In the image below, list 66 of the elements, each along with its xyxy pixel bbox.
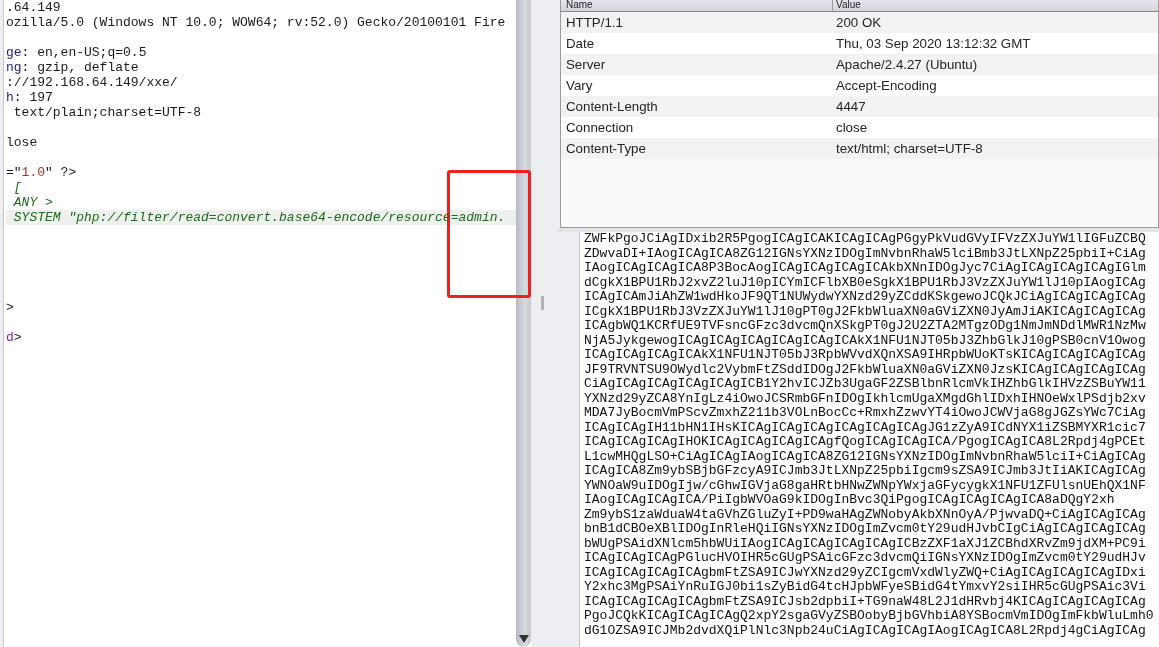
table-cell-text: Content-Length: [565, 97, 659, 116]
code-text: ICgkX1BPU1RbJ3VzZXJuYW1lJ10gPT0gJ2FkbWluaXN0aGViZXN0JyAmJiAKICAgICAgICAg: [584, 303, 1146, 319]
table-cell-text: text/html; charset=UTF-8: [835, 139, 983, 158]
code-text: ICAgICAgICAgPGlucHVOIHR5cGUgPSAicGFzc3dvcmQiIGNsYXNzIDOgImZvcm0tY29udHJv: [584, 550, 1146, 565]
table-cell-text: Apache/2.4.27 (Ubuntu): [835, 55, 978, 74]
table-cell-text: Thu, 03 Sep 2020 13:12:32 GMT: [835, 34, 1031, 53]
table-cell-text: close: [835, 118, 868, 137]
code-text: CiAgICAgICAgICAgICAgICB1Y2hvICJZb3UgaGF2ZSBlbnRlcmVkIHZhbGlkIHVzZSBuYW11: [584, 376, 1146, 391]
code-text: bWUgPSAidXNlcm5hbWUiIAogICAgICAgICAgICAgICBzZXF1aXJ1ZCBhdXRvZm9jdXM+PC9i: [584, 535, 1146, 551]
code-text: ZDwvaDI+IAogICAgICA8ZG12IGNsYXNzIDOgImNvbnRhaW5lciBmb3JtLXNpZ25pbiI+CiAg: [584, 245, 1146, 261]
code-text: =": [6, 165, 22, 180]
splitter-handle[interactable]: [541, 296, 544, 310]
code-text: d: [6, 330, 14, 345]
code-text: ICAgICAgICAgICAgbmFtZSA9ICJsb2dpbiI+TG9naW48L2J1dHRvbj4KICAgICAgICAgICAg: [584, 593, 1146, 609]
code-text: lose: [6, 135, 38, 150]
code-text: ge: [6, 45, 22, 60]
code-text: .64.149: [6, 0, 61, 15]
code-text: text/plain;charset=UTF-8: [12, 105, 202, 120]
column-header[interactable]: Value: [833, 0, 861, 11]
table-cell-text: 200 OK: [835, 13, 882, 32]
code-text: MDA7JyBocmVmPScvZmxhZ211b3VOLnBocCc+RmxhZzwvYT4iOwoJCWVjaG8gJGZsYWc7CiAg: [584, 405, 1146, 420]
code-text: ANY >: [12, 195, 53, 210]
code-text: Y2xhc3MgPSAiYnRuIGJ0bi1sZyBidG4tcHJpbWFyeSBidG4tYmxvY2siIHR5cGUgPSAic3Vi: [584, 579, 1146, 594]
code-text: dG1OZSA9ICJMb2dvdXQiPlNlc3Npb24uCiAgICAgICAgIAogICAgICA8L2Rpdj4gCiAgICAg: [584, 622, 1146, 638]
code-text: L1cwMHQgLSO+CiAgICAgIAogICAgICA8ZG12IGNsYXNzIDOgImNvbnRhaW5lciI+CiAgICAg: [584, 448, 1146, 464]
code-text: ://192.168.64.149/xxe/: [6, 75, 178, 90]
code-text: >: [6, 300, 14, 315]
code-text: >: [13, 330, 22, 345]
code-text: bnB1dCBOeXBlIDOgInRleHQiIGNsYXNzIDOgImZvcm0tY29udHJvbCIgCiAgICAgICAgICAg: [584, 521, 1146, 536]
code-text: IAogICAgICAgICA8P3BocAogICAgICAgICAgICAkbXNnIDOgJyc7CiAgICAgICAgICAgIGlm: [584, 260, 1146, 275]
code-text: : en,en-US;q=0.5: [21, 45, 147, 60]
table-cell-text: Date: [565, 34, 596, 53]
column-header[interactable]: Name: [561, 0, 833, 11]
table-cell-text: HTTP/1.1: [565, 13, 624, 32]
scroll-down-icon[interactable]: [518, 635, 529, 643]
table-cell-text: Server: [565, 55, 607, 74]
code-text: ICAgbWQ1KCRfUE9TVFsncGFzc3dvcmQnXSkgPT0gJ2U2ZTA2MTgzODg1NmJmNDdlMWR1NzMw: [584, 318, 1146, 333]
code-text: ICAgICAgICAgICAkX1NFU1NJT05bJ3RpbWVvdXQnXSA9IHRpbWUoKTsKICAgICAgICAgICAg: [584, 347, 1146, 362]
code-text: ng: [6, 60, 22, 75]
code-text: : 197: [13, 90, 53, 105]
code-text: YWNOaW9uIDOgIjw/cGhwIGVjaG8gaHRtbHNwZWNpYWxjaGFycygkX1NFU1ZFUlsnUEhQX1NF: [584, 477, 1146, 493]
code-text: " ?>: [45, 165, 77, 180]
code-text: ICAgICAgICAgICAgbmFtZSA9ICJwYXNzd29yZCIgcmVxdWlyZWQ+CiAgICAgICAgICAgIDxi: [584, 564, 1146, 580]
code-text: ozilla/5.0 (Windows NT 10.0; WOW64; rv:52.0) Gecko/20100101 Fire: [6, 15, 506, 30]
table-cell-text: 4447: [835, 97, 866, 116]
code-text: : gzip, deflate: [21, 60, 139, 75]
code-text: ICAgICAgICAgIHOKICAgICAgICAgICAgfQogICAgICAgICA/PgogICAgICA8L2Rpdj4gPCEt: [584, 434, 1146, 449]
scrollbar[interactable]: [516, 0, 531, 647]
code-text: h: [6, 90, 14, 105]
table-cell-text: Vary: [565, 76, 594, 95]
code-text: YXNzd29yZCA8YnIgLz4iOwoJCSRmbGFnIDOgIkhlcmUgaXMgdGhlIDxhIHNOeWxlPSdjb2xv: [584, 390, 1146, 406]
code-text: 1.0: [21, 165, 45, 180]
code-text: ICAgICAmJiAhZW1wdHkoJF9QT1NUWydwYXNzd29yZCddKSkgewoJCQkJCiAgICAgICAgICAg: [584, 289, 1146, 304]
code-text: JF9TRVNTSU9OWydlc2VybmFtZSddIDOgJ2FkbWluaXN0aGViZXN0JzsKICAgICAgICAgICAg: [584, 361, 1146, 377]
code-text: ZWFkPgoJCiAgIDxib2R5PgogICAgICAKICAgICAgPGgyPkVudGVyIFVzZXJuYW1lIGFuZCBQ: [584, 232, 1146, 246]
code-text: NjA5JykgewogICAgICAgICAgICAgICAgICAkX1NFU1NJT05bJ3ZhbGlkJ10gPSB0cnV1Owog: [584, 332, 1146, 348]
code-text: IAogICAgICAgICA/PiIgbWVOaG9kIDOgInBvc3QiPgogICAgICAgICAgICA8aDQgY2xh: [584, 492, 1115, 507]
code-text: dCgkX1BPU1RbJ2xvZ2luJ10pICYmICFlbXB0eSgkX1BPU1RbJ3VzZXJuYW1lJ10pIAogICAg: [584, 274, 1146, 290]
code-text: ICAgICA8Zm9ybSBjbGFzcyA9ICJmb3JtLXNpZ25pbiIgcm9sZSA9ICJmb3JtIiAKICAgICAg: [584, 463, 1146, 478]
table-cell-text: Content-Type: [565, 139, 647, 158]
code-text: Zm9ybS1zaWduaW4taGVhZGluZyI+PD9waHAgZWNobyAkbXNnOyA/PjwvaDQ+CiAgICAgICAg: [584, 506, 1146, 522]
code-text: ICAgICAgIH11bHN1IHsKICAgICAgICAgICAgICAgICAgJG1zZyA9ICdNYX1iZSBMYXR1cic7: [584, 419, 1146, 435]
code-text: PgoJCQkKICAgICAgICAgQ2xpY2sgaGVyZSBOobyBjbGVhbiA8YSBocmVmIDOgImFkbWluLmh0: [584, 608, 1154, 623]
code-text: [: [12, 180, 22, 195]
table-cell-text: Connection: [565, 118, 635, 137]
table-cell-text: Accept-Encoding: [835, 76, 937, 95]
